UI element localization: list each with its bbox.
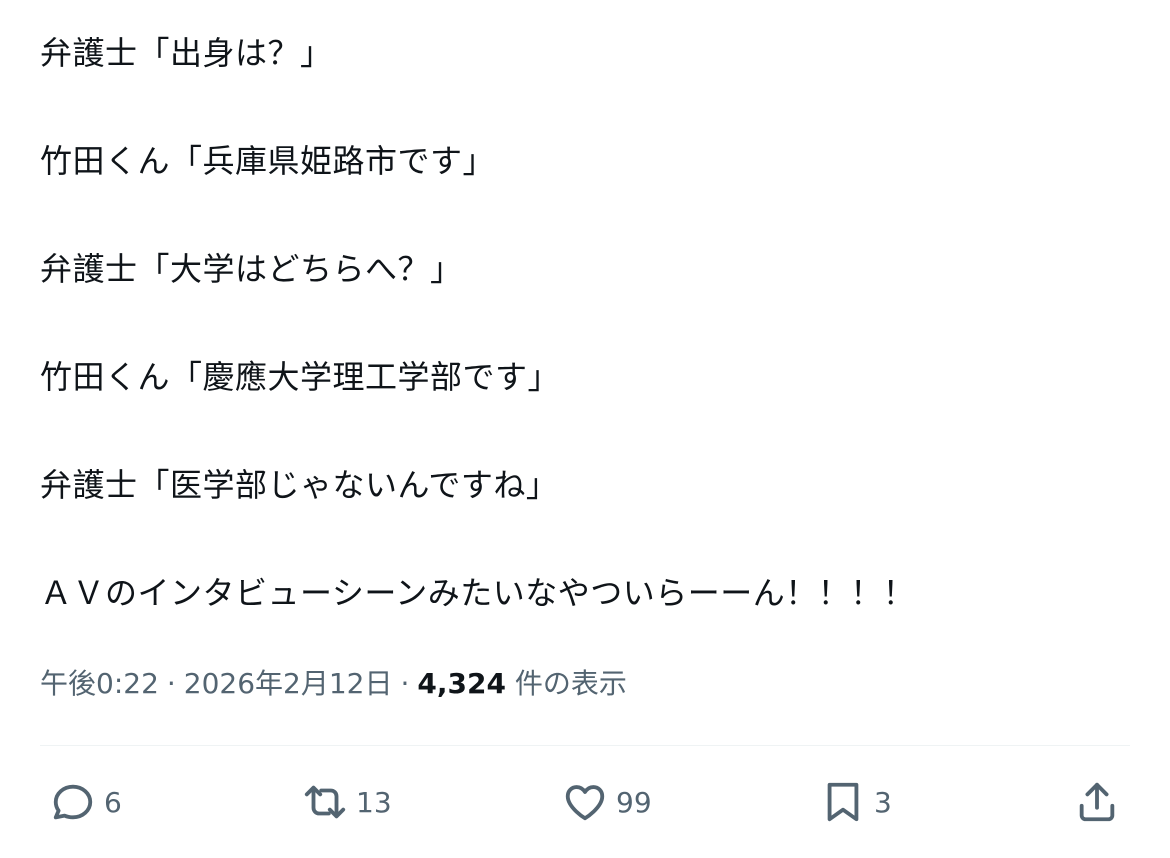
tweet-date[interactable]: 2026年2月12日 [184, 667, 393, 700]
reply-button[interactable]: 6 [50, 770, 122, 834]
bookmark-count: 3 [874, 785, 892, 819]
tweet-line: ＡＶのインタビューシーンみたいなやついらーーん！！！！ [40, 574, 916, 612]
retweet-button[interactable]: 13 [302, 770, 392, 834]
reply-count: 6 [104, 785, 122, 819]
tweet-line: 竹田くん「慶應大学理工学部です」 [40, 358, 561, 396]
tweet-text: 弁護士「出身は？」 竹田くん「兵庫県姫路市です」 弁護士「大学はどちらへ？」 竹… [40, 26, 1130, 620]
retweet-count: 13 [356, 785, 392, 819]
like-button[interactable]: 99 [562, 770, 652, 834]
meta-separator: · [400, 667, 410, 700]
views-label[interactable]: 件の表示 [515, 667, 627, 700]
tweet-time[interactable]: 午後0:22 [40, 667, 159, 700]
tweet-line: 竹田くん「兵庫県姫路市です」 [40, 142, 496, 180]
bookmark-button[interactable]: 3 [820, 770, 892, 834]
tweet-line: 弁護士「医学部じゃないんですね」 [40, 466, 559, 504]
meta-separator: · [166, 667, 176, 700]
action-bar: 6 13 99 3 [40, 770, 1130, 834]
tweet-line: 弁護士「出身は？」 [40, 34, 333, 72]
tweet-line: 弁護士「大学はどちらへ？」 [40, 250, 463, 288]
like-count: 99 [616, 785, 652, 819]
reply-icon [50, 779, 96, 825]
share-icon [1074, 779, 1120, 825]
divider [40, 745, 1130, 746]
views-count[interactable]: 4,324 [417, 667, 506, 700]
retweet-icon [302, 779, 348, 825]
share-button[interactable] [1074, 770, 1120, 834]
tweet-detail: 弁護士「出身は？」 竹田くん「兵庫県姫路市です」 弁護士「大学はどちらへ？」 竹… [0, 0, 1170, 858]
heart-icon [562, 779, 608, 825]
tweet-metadata: 午後0:22 · 2026年2月12日 · 4,324 件の表示 [40, 664, 627, 704]
bookmark-icon [820, 779, 866, 825]
